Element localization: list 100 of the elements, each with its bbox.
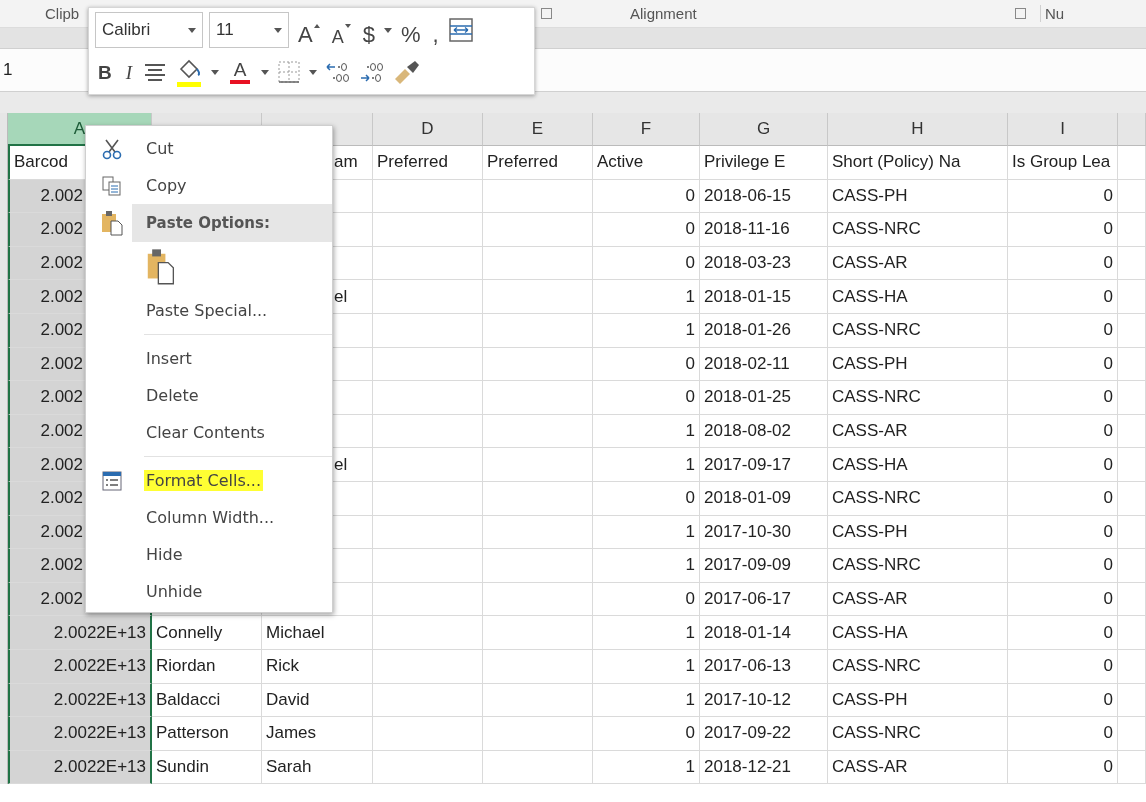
borders-icon[interactable]: [277, 60, 302, 84]
table-cell: 2017-06-13: [700, 649, 828, 684]
table-cell: 0: [1008, 549, 1118, 583]
table-cell: Sundin: [152, 750, 262, 785]
column-title-cell: Is Group Lea: [1008, 146, 1118, 180]
table-cell: CASS-PH: [828, 347, 1008, 382]
table-cell: 2017-09-17: [700, 448, 828, 482]
table-cell: 0: [1008, 750, 1118, 785]
table-cell: CASS-AR: [828, 582, 1008, 617]
table-cell: CASS-NRC: [828, 481, 1008, 516]
table-cell: 2017-09-09: [700, 549, 828, 583]
column-header[interactable]: G: [700, 113, 828, 146]
font-name-dropdown[interactable]: Calibri: [95, 12, 203, 48]
table-cell: 2018-03-23: [700, 246, 828, 281]
table-cell: CASS-HA: [828, 616, 1008, 650]
column-title-cell: Short (Policy) Na: [828, 146, 1008, 180]
table-cell: 0: [593, 347, 700, 382]
table-cell: Baldacci: [152, 683, 262, 718]
column-header[interactable]: F: [593, 113, 700, 146]
column-header[interactable]: D: [373, 113, 483, 146]
shrink-font-button[interactable]: A: [328, 14, 354, 46]
table-cell: Rick: [262, 649, 373, 684]
grow-font-button[interactable]: A: [295, 14, 323, 46]
table-cell: 0: [1008, 246, 1118, 281]
menu-section-header: Paste Options:: [132, 204, 332, 242]
up-arrow-icon: [313, 24, 320, 28]
caret-icon[interactable]: [309, 69, 318, 75]
decrease-decimal-icon[interactable]: [359, 60, 386, 84]
bold-button[interactable]: B: [95, 56, 115, 88]
dialog-launcher-icon[interactable]: [1015, 8, 1026, 19]
align-center-icon[interactable]: [143, 62, 168, 82]
table-cell: 0: [593, 717, 700, 751]
table-cell: 0: [1008, 649, 1118, 684]
table-cell: CASS-NRC: [828, 313, 1008, 348]
table-cell: 2.0022E+13: [8, 683, 152, 718]
table-cell: CASS-NRC: [828, 549, 1008, 583]
table-cell: 2017-10-30: [700, 515, 828, 550]
wrap-text-icon[interactable]: [447, 17, 474, 43]
font-size-dropdown[interactable]: 11: [209, 12, 289, 48]
column-header[interactable]: [1118, 113, 1146, 146]
table-cell: 1: [593, 549, 700, 583]
column-header[interactable]: H: [828, 113, 1008, 146]
table-cell: 0: [1008, 683, 1118, 718]
row-header[interactable]: [0, 750, 8, 785]
table-cell: 0: [593, 582, 700, 617]
table-cell: 2017-10-12: [700, 683, 828, 718]
table-cell: 0: [1008, 381, 1118, 415]
table-cell: 0: [1008, 616, 1118, 650]
table-cell: 2.0022E+13: [8, 616, 152, 650]
menu-item-label: Format Cells...: [144, 470, 263, 491]
column-header[interactable]: E: [483, 113, 593, 146]
table-cell: 2017-09-22: [700, 717, 828, 751]
paintbrush-icon[interactable]: [393, 59, 422, 85]
font-color-button[interactable]: A: [227, 56, 254, 88]
corner-header[interactable]: [0, 113, 8, 146]
format-button[interactable]: %: [397, 14, 424, 46]
increase-decimal-icon[interactable]: [325, 60, 352, 84]
table-cell: 0: [593, 179, 700, 214]
table-cell: Riordan: [152, 649, 262, 684]
ribbon-group-label: Clipb: [45, 5, 80, 22]
table-cell: CASS-AR: [828, 750, 1008, 785]
table-cell: CASS-HA: [828, 448, 1008, 482]
ribbon-group-label: Nu: [1045, 5, 1065, 22]
table-cell: 1: [593, 683, 700, 718]
column-header[interactable]: I: [1008, 113, 1118, 146]
table-cell: CASS-AR: [828, 246, 1008, 281]
format-button[interactable]: $: [359, 14, 378, 46]
paste-icon: [100, 210, 124, 236]
table-cell: CASS-PH: [828, 683, 1008, 718]
column-title-cell: Preferred: [483, 146, 593, 180]
table-cell: 1: [593, 515, 700, 550]
table-cell: Patterson: [152, 717, 262, 751]
format-button[interactable]: ,: [429, 14, 442, 46]
table-cell: David: [262, 683, 373, 718]
table-cell: CASS-AR: [828, 414, 1008, 449]
table-cell: CASS-PH: [828, 515, 1008, 550]
dialog-launcher-icon[interactable]: [541, 8, 552, 19]
caret-icon[interactable]: [261, 69, 270, 75]
table-cell: 2018-02-11: [700, 347, 828, 382]
column-title-cell: Preferred: [373, 146, 483, 180]
table-cell: 0: [1008, 213, 1118, 247]
name-box[interactable]: 1: [0, 60, 13, 80]
down-arrow-icon: [344, 24, 351, 28]
table-cell: 0: [1008, 347, 1118, 382]
format-cells-icon: [101, 469, 123, 492]
fill-color-icon[interactable]: [175, 57, 204, 87]
table-cell: CASS-HA: [828, 280, 1008, 314]
table-cell: 0: [1008, 515, 1118, 550]
table-cell: James: [262, 717, 373, 751]
table-cell: 2018-01-09: [700, 481, 828, 516]
paste-icon[interactable]: [146, 248, 176, 286]
table-cell: 2018-01-25: [700, 381, 828, 415]
table-cell: 0: [1008, 179, 1118, 214]
table-cell: CASS-NRC: [828, 717, 1008, 751]
table-cell: 1: [593, 448, 700, 482]
italic-button[interactable]: I: [122, 56, 136, 88]
table-cell: 0: [1008, 481, 1118, 516]
caret-icon[interactable]: [211, 69, 220, 75]
table-cell: 2018-08-02: [700, 414, 828, 449]
table-cell: 0: [1008, 448, 1118, 482]
